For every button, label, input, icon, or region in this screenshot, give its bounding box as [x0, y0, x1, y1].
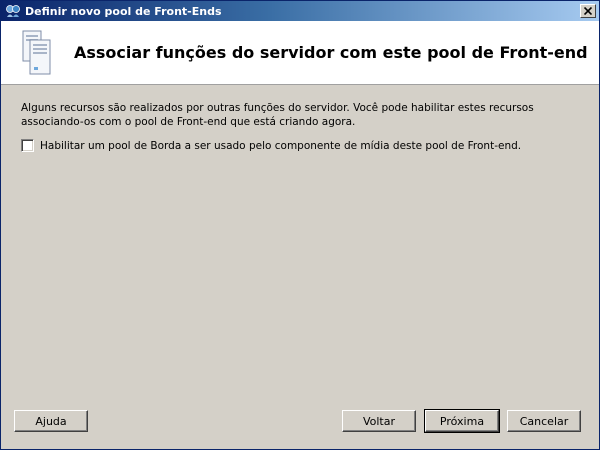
description-text: Alguns recursos são realizados por outra…	[21, 102, 534, 128]
next-button[interactable]: Próxima	[424, 409, 500, 433]
app-icon	[5, 3, 21, 19]
title-bar[interactable]: Definir novo pool de Front-Ends	[1, 1, 599, 21]
wizard-header: Associar funções do servidor com este po…	[1, 21, 599, 85]
back-button[interactable]: Voltar	[342, 410, 416, 432]
edge-pool-checkbox[interactable]	[21, 139, 34, 152]
help-button[interactable]: Ajuda	[14, 410, 88, 432]
page-title: Associar funções do servidor com este po…	[74, 43, 588, 62]
close-button[interactable]	[580, 4, 596, 18]
cancel-button[interactable]: Cancelar	[507, 410, 581, 432]
close-icon	[584, 7, 592, 15]
window-title: Definir novo pool de Front-Ends	[25, 4, 222, 18]
edge-pool-label[interactable]: Habilitar um pool de Borda a ser usado p…	[40, 140, 521, 152]
server-icon	[21, 29, 55, 79]
edge-pool-option[interactable]: Habilitar um pool de Borda a ser usado p…	[21, 139, 521, 152]
wizard-dialog: Definir novo pool de Front-Ends Associar…	[0, 0, 600, 450]
